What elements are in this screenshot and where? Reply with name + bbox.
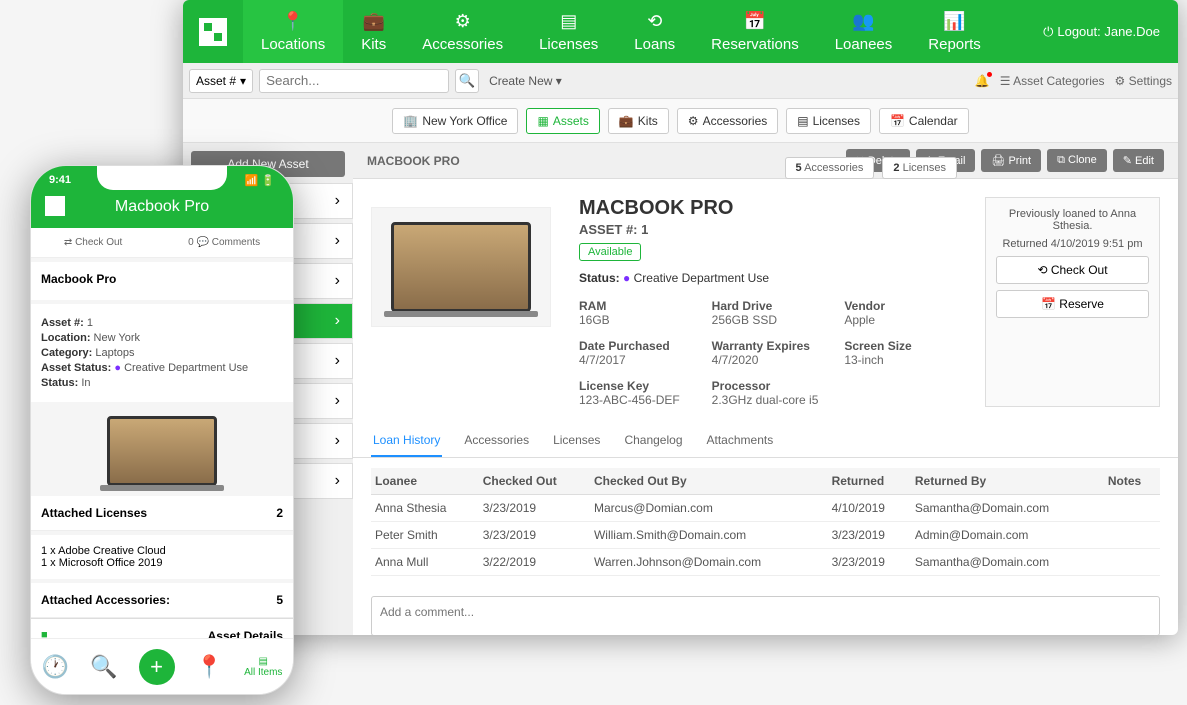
search-button[interactable]: 🔍	[455, 69, 479, 93]
tab-licenses[interactable]: Licenses	[551, 425, 602, 457]
phone-time: 9:41	[49, 174, 71, 186]
categories-link[interactable]: ☰ Asset Categories	[1000, 74, 1105, 88]
status-dot-icon: ●	[623, 271, 630, 285]
tab-loan-history[interactable]: Loan History	[371, 425, 442, 457]
asset-image	[371, 207, 551, 327]
phone-checkout-button[interactable]: ⇄ Check Out	[64, 237, 122, 248]
tab-accessories[interactable]: Accessories	[462, 425, 531, 457]
mobile-preview: 9:41 📶 🔋 Macbook Pro ⇄ Check Out 0 💬 Com…	[30, 165, 294, 695]
licenses-button[interactable]: ▤ Licenses	[786, 108, 871, 134]
phone-status-icons: 📶 🔋	[245, 174, 275, 187]
table-row[interactable]: Peter Smith3/23/2019William.Smith@Domain…	[371, 522, 1160, 549]
top-nav: 📍Locations💼Kits⚙Accessories▤Licenses⟲Loa…	[183, 0, 1178, 63]
phone-title: Macbook Pro	[45, 198, 279, 216]
phone-logo	[45, 196, 65, 216]
logout-link[interactable]: ⏻Logout: Jane.Doe	[1025, 24, 1178, 40]
phone-asset-name: Macbook Pro	[41, 272, 283, 286]
edit-button[interactable]: ✎ Edit	[1113, 149, 1164, 172]
create-new-link[interactable]: Create New ▾	[489, 74, 562, 88]
search-input[interactable]	[259, 69, 449, 93]
table-row[interactable]: Anna Sthesia3/23/2019Marcus@Domian.com4/…	[371, 495, 1160, 522]
chevron-down-icon: ▾	[556, 74, 562, 88]
loan-info-card: Previously loaned to Anna Sthesia. Retur…	[985, 197, 1160, 407]
filter-dropdown[interactable]: Asset #▾	[189, 69, 253, 93]
location-toolbar: 🏢 New York Office ▦ Assets 💼 Kits ⚙ Acce…	[183, 99, 1178, 143]
accessories-button[interactable]: ⚙ Accessories	[677, 108, 778, 134]
nav-locations[interactable]: 📍Locations	[243, 0, 343, 63]
clone-button[interactable]: ⧉ Clone	[1047, 149, 1107, 172]
all-items-icon[interactable]: ▤All Items	[244, 656, 282, 678]
table-row[interactable]: Anna Mull3/22/2019Warren.Johnson@Domain.…	[371, 549, 1160, 576]
check-out-button[interactable]: ⟲ Check Out	[996, 256, 1149, 284]
tab-changelog[interactable]: Changelog	[622, 425, 684, 457]
detail-panel: MACBOOK PRO ✕ Delete ✈ Email 🖨 Print ⧉ C…	[353, 143, 1178, 635]
print-button[interactable]: 🖨 Print	[981, 149, 1041, 172]
reserve-button[interactable]: 📅 Reserve	[996, 290, 1149, 318]
assets-button[interactable]: ▦ Assets	[526, 108, 599, 134]
loan-history-table: LoaneeChecked OutChecked Out ByReturnedR…	[371, 468, 1160, 576]
nav-reports[interactable]: 📊Reports	[910, 0, 999, 63]
detail-header: MACBOOK PRO	[367, 154, 460, 168]
nav-loans[interactable]: ⟲Loans	[616, 0, 693, 63]
location-button[interactable]: 🏢 New York Office	[392, 108, 518, 134]
nav-licenses[interactable]: ▤Licenses	[521, 0, 616, 63]
pin-icon[interactable]: 📍	[196, 654, 223, 680]
bell-icon[interactable]: 🔔	[975, 74, 990, 88]
desktop-window: 📍Locations💼Kits⚙Accessories▤Licenses⟲Loa…	[183, 0, 1178, 635]
tab-attachments[interactable]: Attachments	[705, 425, 776, 457]
comment-input[interactable]	[371, 596, 1160, 635]
chevron-icon: ▾	[240, 74, 246, 88]
app-logo[interactable]	[183, 0, 243, 63]
availability-badge: Available	[579, 243, 641, 261]
kits-button[interactable]: 💼 Kits	[608, 108, 669, 134]
accessories-count[interactable]: 5 Accessories	[785, 157, 875, 179]
asset-title: MACBOOK PRO	[579, 197, 957, 220]
search-icon[interactable]: 🔍	[90, 654, 117, 680]
sub-bar: Asset #▾ 🔍 Create New ▾ 🔔 ☰ Asset Catego…	[183, 63, 1178, 99]
nav-loanees[interactable]: 👥Loanees	[817, 0, 911, 63]
settings-link[interactable]: ⚙ Settings	[1115, 74, 1172, 88]
asset-number: ASSET #: 1	[579, 222, 957, 237]
add-icon[interactable]: +	[139, 649, 175, 685]
power-icon: ⏻	[1043, 24, 1053, 39]
phone-comments-button[interactable]: 0 💬 Comments	[188, 237, 260, 248]
licenses-count[interactable]: 2 Licenses	[882, 157, 957, 179]
nav-reservations[interactable]: 📅Reservations	[693, 0, 817, 63]
clock-icon[interactable]: 🕐	[42, 654, 69, 680]
nav-kits[interactable]: 💼Kits	[343, 0, 404, 63]
nav-accessories[interactable]: ⚙Accessories	[404, 0, 521, 63]
phone-asset-image	[107, 416, 217, 486]
calendar-button[interactable]: 📅 Calendar	[879, 108, 969, 134]
